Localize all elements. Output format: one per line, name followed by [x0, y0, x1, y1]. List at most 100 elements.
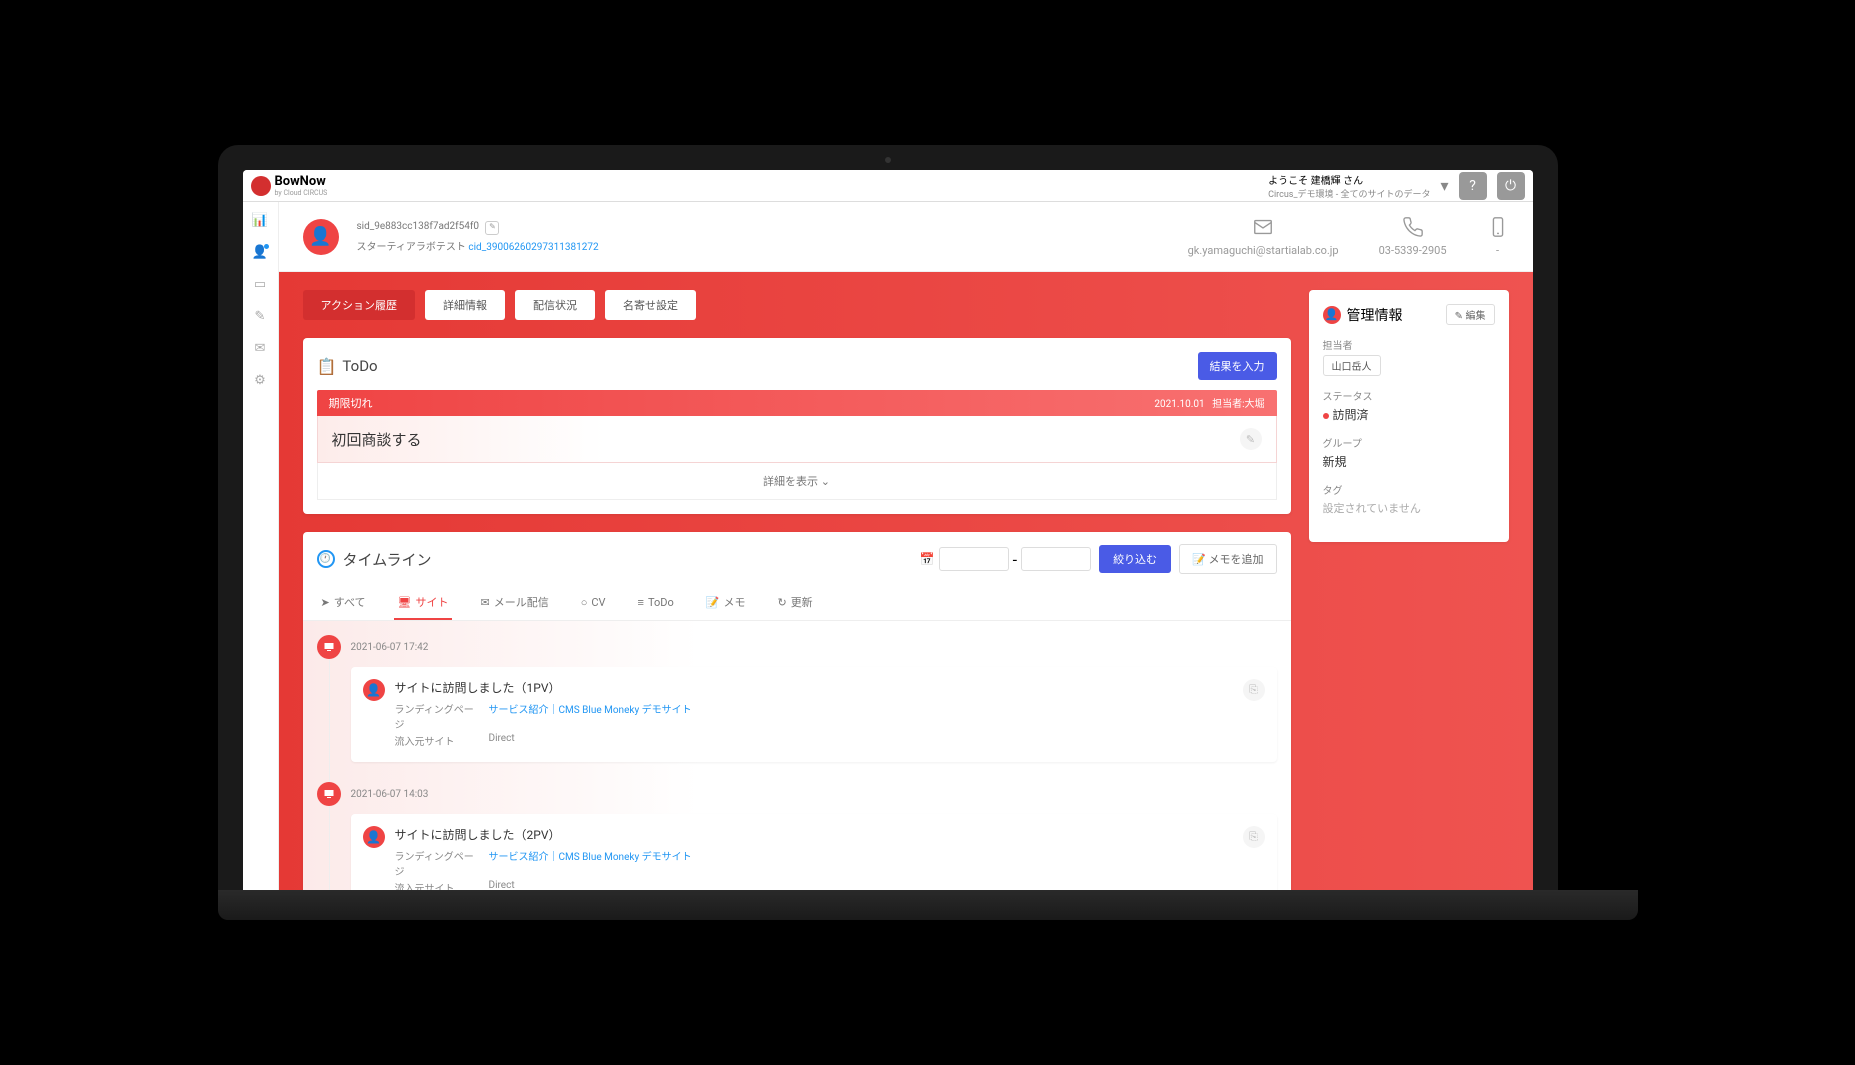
timeline-header: 🕐 タイムライン 📅 - 絞り込む 📝 メモ [303, 532, 1291, 586]
group-label: グループ [1323, 435, 1495, 450]
brand-logo[interactable]: BowNow by Cloud CIRCUS [251, 174, 328, 197]
tl-tab-memo[interactable]: 📝メモ [702, 586, 750, 620]
contact-phone-value: 03-5339-2905 [1379, 244, 1447, 257]
tl-tab-todo[interactable]: ≡ToDo [634, 586, 678, 620]
context-text: Circus_デモ環境 - 全てのサイトのデータ [1268, 187, 1430, 200]
tab-name-merge[interactable]: 名寄せ設定 [605, 290, 696, 320]
add-memo-button[interactable]: 📝 メモを追加 [1179, 544, 1276, 574]
timeline-marker-icon [317, 782, 341, 806]
lp-link[interactable]: サービス紹介｜CMS Blue Moneky デモサイト [489, 701, 692, 731]
tl-tab-update[interactable]: ↻更新 [773, 586, 816, 620]
card-avatar-icon: 👤 [363, 826, 385, 848]
chevron-down-icon: ⌄ [821, 475, 830, 488]
tag-value: 設定されていません [1323, 500, 1495, 516]
lp-label: ランディングページ [395, 701, 475, 731]
tab-action-history[interactable]: アクション履歴 [303, 290, 415, 320]
contact-email[interactable]: gk.yamaguchi@startialab.co.jp [1188, 216, 1339, 257]
todo-task-text: 初回商談する [332, 429, 1240, 450]
timeline-tabs: ➤すべて 🖥サイト ✉メール配信 ○CV ≡ToDo 📝メモ ↻更新 [303, 586, 1291, 621]
mgmt-edit-button[interactable]: ✎ 編集 [1446, 304, 1495, 325]
tag-label: タグ [1323, 482, 1495, 497]
enter-result-button[interactable]: 結果を入力 [1198, 352, 1277, 380]
brand-sub: by Cloud CIRCUS [275, 189, 328, 197]
nav-dashboard-icon[interactable]: 📊 [250, 210, 270, 230]
list-icon: ≡ [638, 596, 644, 609]
todo-panel: 📋 ToDo 結果を入力 期限切れ 2021.10.01 担当者:大堀 [303, 338, 1291, 514]
src-value: Direct [489, 733, 515, 748]
nav-settings-icon[interactable]: ⚙ [250, 370, 270, 390]
mgmt-header: 👤 管理情報 ✎ 編集 [1323, 304, 1495, 325]
tl-tab-cv[interactable]: ○CV [577, 586, 610, 620]
date-to-input[interactable] [1021, 547, 1091, 571]
cursor-icon: ➤ [321, 596, 330, 609]
assignee-label: 担当者 [1323, 337, 1495, 352]
laptop-frame: BowNow by Cloud CIRCUS ようこそ 建橋輝 さん Circu… [218, 145, 1558, 890]
power-button[interactable]: ⏻ [1497, 172, 1525, 200]
show-detail-label: 詳細を表示 [763, 475, 818, 488]
welcome-text: ようこそ 建橋輝 さん [1268, 172, 1430, 187]
tab-detail-info[interactable]: 詳細情報 [425, 290, 505, 320]
contact-mobile[interactable]: - [1487, 216, 1509, 257]
tl-tab-site[interactable]: 🖥サイト [394, 586, 453, 620]
lead-contacts: gk.yamaguchi@startialab.co.jp 03-5339-29… [1188, 216, 1509, 257]
card-title: サイトに訪問しました（1PV） [395, 679, 1233, 696]
laptop-camera-icon [885, 157, 891, 163]
lead-cid-link[interactable]: cid_39006260297311381272 [468, 242, 598, 253]
dropdown-caret-icon[interactable]: ▾ [1440, 176, 1448, 195]
circle-icon: ○ [581, 596, 588, 609]
status-value: 訪問済 [1333, 408, 1369, 422]
lead-header: 👤 sid_9e883cc138f7ad2f54f0 ✎ スターティアラボテスト… [279, 202, 1533, 272]
management-panel: 👤 管理情報 ✎ 編集 担当者 山口岳人 ステータス 訪問済 [1309, 290, 1509, 542]
note-icon: 📝 [706, 596, 720, 609]
timeline-marker-icon [317, 635, 341, 659]
main-content: 👤 sid_9e883cc138f7ad2f54f0 ✎ スターティアラボテスト… [279, 202, 1533, 890]
timeline-title: タイムライン [343, 549, 912, 570]
tab-delivery-status[interactable]: 配信状況 [515, 290, 595, 320]
user-info[interactable]: ようこそ 建橋輝 さん Circus_デモ環境 - 全てのサイトのデータ [1268, 172, 1430, 200]
lead-company-row: スターティアラボテスト cid_39006260297311381272 [357, 238, 599, 253]
edit-sid-button[interactable]: ✎ [485, 221, 499, 235]
todo-title: ToDo [342, 357, 1197, 375]
show-detail-button[interactable]: 詳細を表示 ⌄ [317, 463, 1277, 500]
timeline-card: 👤 サイトに訪問しました（2PV） ランディングページサービス紹介｜CMS Bl… [351, 814, 1277, 890]
contact-email-value: gk.yamaguchi@startialab.co.jp [1188, 244, 1339, 257]
copy-button[interactable]: ⎘ [1243, 679, 1265, 701]
card-avatar-icon: 👤 [363, 679, 385, 701]
overdue-label: 期限切れ [329, 395, 373, 411]
lead-company: スターティアラボテスト [357, 242, 466, 253]
timeline-panel: 🕐 タイムライン 📅 - 絞り込む 📝 メモ [303, 532, 1291, 890]
nav-forms-icon[interactable]: ▭ [250, 274, 270, 294]
main-tabs: アクション履歴 詳細情報 配信状況 名寄せ設定 [303, 290, 1291, 320]
contact-phone[interactable]: 03-5339-2905 [1379, 216, 1447, 257]
side-nav: 📊 👤 ▭ ✎ ✉ ⚙ [243, 202, 279, 890]
clock-icon: 🕐 [317, 550, 335, 568]
overdue-bar: 期限切れ 2021.10.01 担当者:大堀 [317, 390, 1277, 416]
src-value: Direct [489, 880, 515, 890]
nav-leads-icon[interactable]: 👤 [250, 242, 270, 262]
todo-edit-button[interactable]: ✎ [1240, 428, 1262, 450]
clipboard-icon: 📋 [317, 357, 337, 376]
status-dot-icon [1323, 413, 1329, 419]
assignee-value[interactable]: 山口岳人 [1323, 355, 1381, 376]
timeline-body: 2021-06-07 17:42 👤 サイトに訪問しました（1PV） ランディン… [303, 621, 1291, 890]
lead-avatar-icon: 👤 [303, 219, 339, 255]
envelope-icon: ✉ [480, 596, 489, 609]
tl-tab-mail[interactable]: ✉メール配信 [476, 586, 552, 620]
brand-logo-icon [251, 176, 271, 196]
filter-button[interactable]: 絞り込む [1099, 545, 1171, 573]
topbar: BowNow by Cloud CIRCUS ようこそ 建橋輝 さん Circu… [243, 170, 1533, 202]
nav-edit-icon[interactable]: ✎ [250, 306, 270, 326]
nav-mail-icon[interactable]: ✉ [250, 338, 270, 358]
mgmt-title: 管理情報 [1347, 305, 1440, 325]
tl-tab-all[interactable]: ➤すべて [317, 586, 370, 620]
mobile-icon [1487, 216, 1509, 238]
brand-name: BowNow [275, 174, 328, 189]
help-button[interactable]: ? [1459, 172, 1487, 200]
calendar-icon[interactable]: 📅 [920, 552, 935, 566]
copy-button[interactable]: ⎘ [1243, 826, 1265, 848]
monitor-icon: 🖥 [398, 596, 412, 609]
date-from-input[interactable] [939, 547, 1009, 571]
date-range: 📅 - [920, 547, 1091, 571]
person-icon: 👤 [1323, 306, 1341, 324]
lp-link[interactable]: サービス紹介｜CMS Blue Moneky デモサイト [489, 848, 692, 878]
